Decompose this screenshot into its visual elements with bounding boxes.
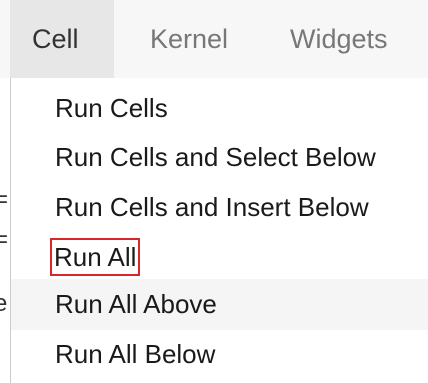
menu-bar: Cell Kernel Widgets <box>0 0 428 78</box>
menu-item-label: Run Cells and Insert Below <box>55 192 369 222</box>
menu-kernel[interactable]: Kernel <box>128 0 250 78</box>
menu-item-label: Run Cells and Select Below <box>55 142 376 172</box>
menu-item-run-all[interactable]: Run All <box>11 232 428 283</box>
background-text-fragment: = <box>0 228 9 252</box>
menu-item-run-cells-insert-below[interactable]: Run Cells and Insert Below <box>11 182 428 233</box>
menu-item-label-highlighted: Run All <box>49 238 141 276</box>
background-text-fragment: e <box>0 292 8 316</box>
menu-item-label: Run All Above <box>55 289 217 319</box>
menu-item-run-cells[interactable]: Run Cells <box>11 83 428 134</box>
menu-item-run-cells-select-below[interactable]: Run Cells and Select Below <box>11 132 428 183</box>
menu-widgets[interactable]: Widgets <box>268 0 410 78</box>
background-text-fragment: = <box>0 188 9 212</box>
cell-dropdown-menu: Run Cells Run Cells and Select Below Run… <box>10 78 428 383</box>
menu-cell[interactable]: Cell <box>10 0 114 78</box>
menu-item-run-all-below[interactable]: Run All Below <box>11 329 428 380</box>
menu-item-label: Run Cells <box>55 93 168 123</box>
background-text-fragment: : <box>0 340 10 364</box>
menu-item-run-all-above[interactable]: Run All Above <box>11 279 428 330</box>
menu-item-label: Run All Below <box>55 339 216 369</box>
